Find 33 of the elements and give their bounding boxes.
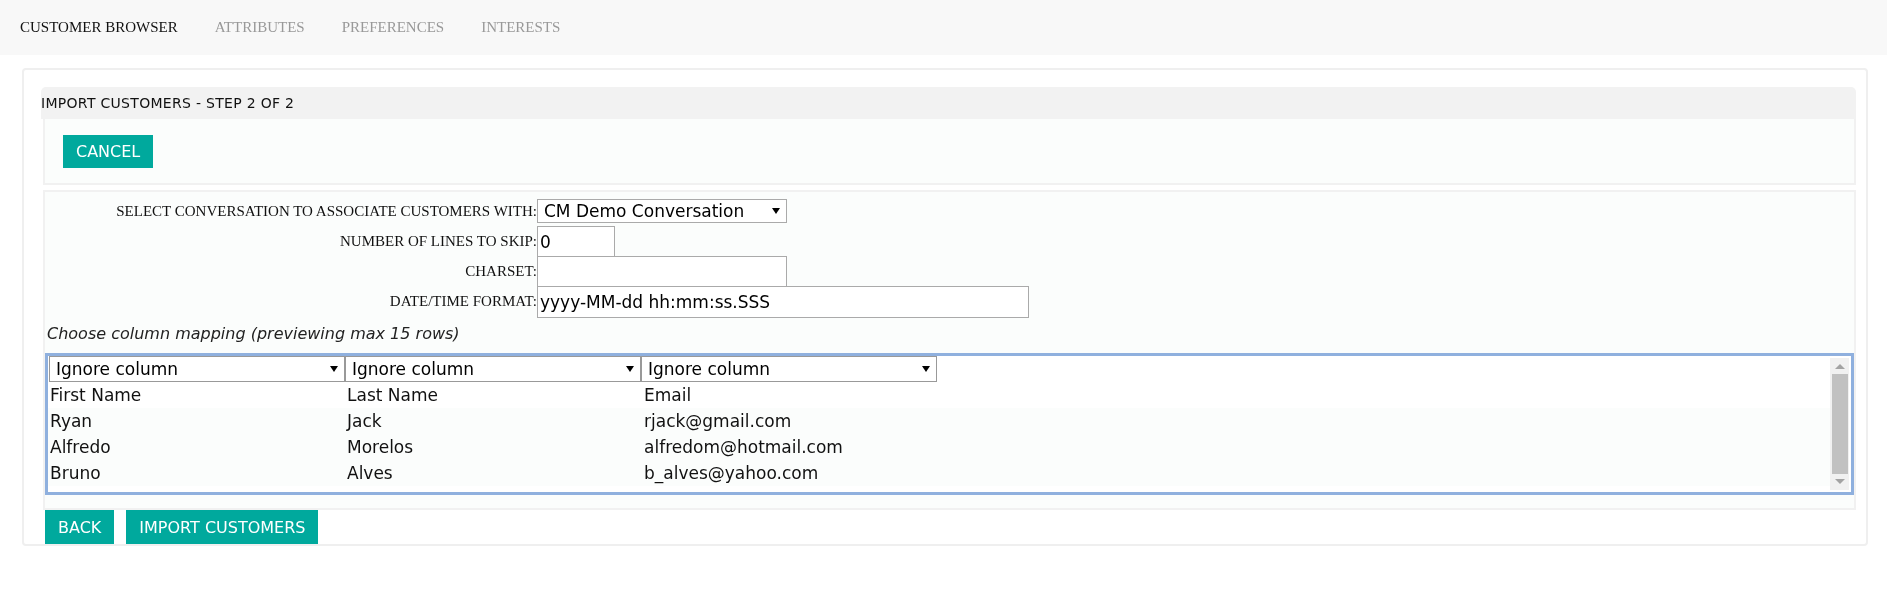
caret-icon [626,366,634,372]
nav-tab[interactable]: CUSTOMER BROWSER [20,19,178,36]
table-cell-text: Bruno [49,463,102,483]
table-cell-text: alfredom@hotmail.com [643,437,844,457]
input-field[interactable]: 0 [537,226,615,258]
table-cell-text: b_alves@yahoo.com [643,463,820,483]
column-mapping-dropdown[interactable]: Ignore column [641,356,937,382]
table-cell-text: Jack [346,411,383,431]
table-cell-text: Ryan [49,411,94,431]
field-label: DATE/TIME FORMAT: [388,292,537,310]
input-field[interactable]: yyyy-MM-dd hh:mm:ss.SSS [537,286,1029,318]
scroll-down-icon[interactable] [1833,478,1846,486]
caret-icon [330,366,338,372]
table-cell-text: Last Name [346,385,439,405]
column-mapping-dropdown[interactable]: Ignore column [49,356,345,382]
table-cell-text: Morelos [346,437,415,457]
table-cell-text: Alfredo [49,437,112,457]
column-mapping-dropdown[interactable]: Ignore column [345,356,641,382]
caret-icon [772,208,780,214]
table-cell-text: Alves [346,463,394,483]
mapping-caption: Choose column mapping (previewing max 15 rows) [46,323,461,345]
scrollbar[interactable] [1830,358,1849,490]
conversation-dropdown[interactable]: CM Demo Conversation [537,199,787,223]
table-cell-text: Email [643,385,693,405]
panel-title: IMPORT CUSTOMERS - STEP 2 OF 2 [41,95,295,111]
input-field[interactable] [537,256,787,288]
field-label: NUMBER OF LINES TO SKIP: [339,232,537,250]
field-label: SELECT CONVERSATION TO ASSOCIATE CUSTOMERS WITH: [115,202,537,220]
field-label: CHARSET: [464,262,537,280]
caret-icon [922,366,930,372]
scroll-up-icon[interactable] [1833,362,1846,370]
table-cell-text: First Name [49,385,143,405]
table-cell-text: rjack@gmail.com [643,411,793,431]
